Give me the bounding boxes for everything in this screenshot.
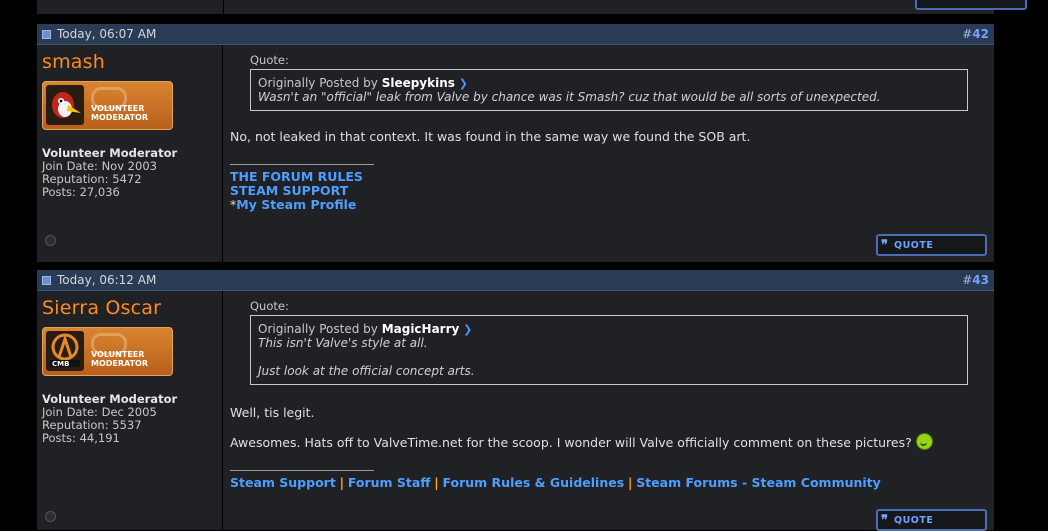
quote-box: Originally Posted by Sleepykins ❯ Wasn't…	[250, 69, 968, 111]
quote-box: Originally Posted by MagicHarry ❯ This i…	[250, 315, 968, 385]
message-text: No, not leaked in that context. It was f…	[230, 129, 751, 144]
badge-line-1: VOLUNTEER	[91, 104, 145, 113]
quote-button[interactable]: ❞ QUOTE	[876, 234, 987, 256]
post-number-link[interactable]: #42	[962, 27, 989, 41]
message-text-line-2: Awesomes. Hats off to ValveTime.net for …	[230, 435, 912, 450]
moderator-badge: VOLUNTEER MODERATOR	[42, 81, 173, 130]
previous-quote-button[interactable]	[915, 0, 1027, 10]
badge-line-1: VOLUNTEER	[91, 350, 145, 359]
steam-support-link[interactable]: Steam Support	[230, 475, 336, 490]
quote-icon: ❞	[881, 512, 888, 528]
user-title: Volunteer Moderator	[42, 392, 178, 406]
woodpecker-avatar-icon	[46, 85, 84, 125]
quote-icon: ❞	[881, 237, 888, 253]
message-body: Quote: Originally Posted by Sleepykins ❯…	[223, 45, 994, 262]
quote-by-prefix: Originally Posted by	[258, 322, 378, 336]
quote-author: MagicHarry	[381, 322, 460, 336]
signature-separator: |	[627, 476, 633, 490]
post-count: Posts: 44,191	[42, 431, 120, 445]
quote-button[interactable]: ❞ QUOTE	[876, 509, 987, 531]
post-42: Today, 06:07 AM #42 smash VOLUNTEER MODER…	[37, 24, 994, 262]
post-header: Today, 06:12 AM #43	[37, 270, 994, 291]
quote-label: Quote:	[250, 299, 289, 313]
view-post-icon[interactable]: ❯	[463, 323, 472, 336]
post-status-icon	[42, 29, 51, 39]
badge-line-2: MODERATOR	[91, 113, 149, 122]
badge-line-2: MODERATOR	[91, 359, 149, 368]
signature-separator: |	[434, 476, 439, 490]
view-post-icon[interactable]: ❯	[459, 77, 468, 90]
offline-status-icon	[45, 235, 56, 246]
username[interactable]: smash	[42, 51, 217, 73]
username[interactable]: Sierra Oscar	[42, 297, 217, 319]
message-text-line-1: Well, tis legit.	[230, 405, 315, 420]
quote-button-label: QUOTE	[894, 514, 934, 526]
user-info: smash VOLUNTEER MODERATOR Volunteer Moder…	[37, 45, 223, 262]
signature-divider	[230, 470, 374, 471]
forum-rules-link[interactable]: THE FORUM RULES	[230, 169, 363, 184]
smile-icon	[915, 433, 933, 450]
offline-status-icon	[45, 511, 56, 522]
quote-label: Quote:	[250, 53, 289, 67]
steam-forums-link[interactable]: Steam Forums - Steam Community	[636, 475, 881, 490]
post-status-icon	[42, 275, 51, 285]
post-date: Today, 06:07 AM	[57, 27, 157, 41]
quote-button-label: QUOTE	[894, 239, 934, 251]
user-info: Sierra Oscar CMB VOLUNTEER MODERATOR Volu…	[37, 291, 223, 530]
message-body: Quote: Originally Posted by MagicHarry ❯…	[223, 291, 994, 531]
previous-post-footer	[37, 0, 1027, 14]
steam-support-link[interactable]: STEAM SUPPORT	[230, 183, 348, 198]
quote-text-line-2: Just look at the official concept arts.	[258, 364, 475, 378]
signature-separator: |	[339, 476, 345, 490]
post-number-link[interactable]: #43	[962, 273, 989, 287]
post-header: Today, 06:07 AM #42	[37, 24, 994, 45]
signature-divider	[230, 164, 374, 165]
forum-rules-guidelines-link[interactable]: Forum Rules & Guidelines	[443, 475, 625, 490]
quote-text-line-1: This isn't Valve's style at all.	[258, 336, 428, 350]
half-life-avatar-icon: CMB	[46, 331, 84, 371]
post-43: Today, 06:12 AM #43 Sierra Oscar CMB VOL…	[37, 270, 994, 531]
post-date: Today, 06:12 AM	[57, 273, 157, 287]
column-divider	[223, 0, 224, 14]
svg-text:CMB: CMB	[52, 360, 69, 368]
quote-by-prefix: Originally Posted by	[258, 76, 378, 90]
steam-profile-link[interactable]: My Steam Profile	[236, 197, 356, 212]
quote-author: Sleepykins	[381, 76, 455, 90]
forum-staff-link[interactable]: Forum Staff	[348, 475, 431, 490]
quote-text: Wasn't an "official" leak from Valve by …	[258, 90, 881, 104]
moderator-badge: CMB VOLUNTEER MODERATOR	[42, 327, 173, 376]
user-title: Volunteer Moderator	[42, 146, 178, 160]
post-count: Posts: 27,036	[42, 185, 120, 199]
